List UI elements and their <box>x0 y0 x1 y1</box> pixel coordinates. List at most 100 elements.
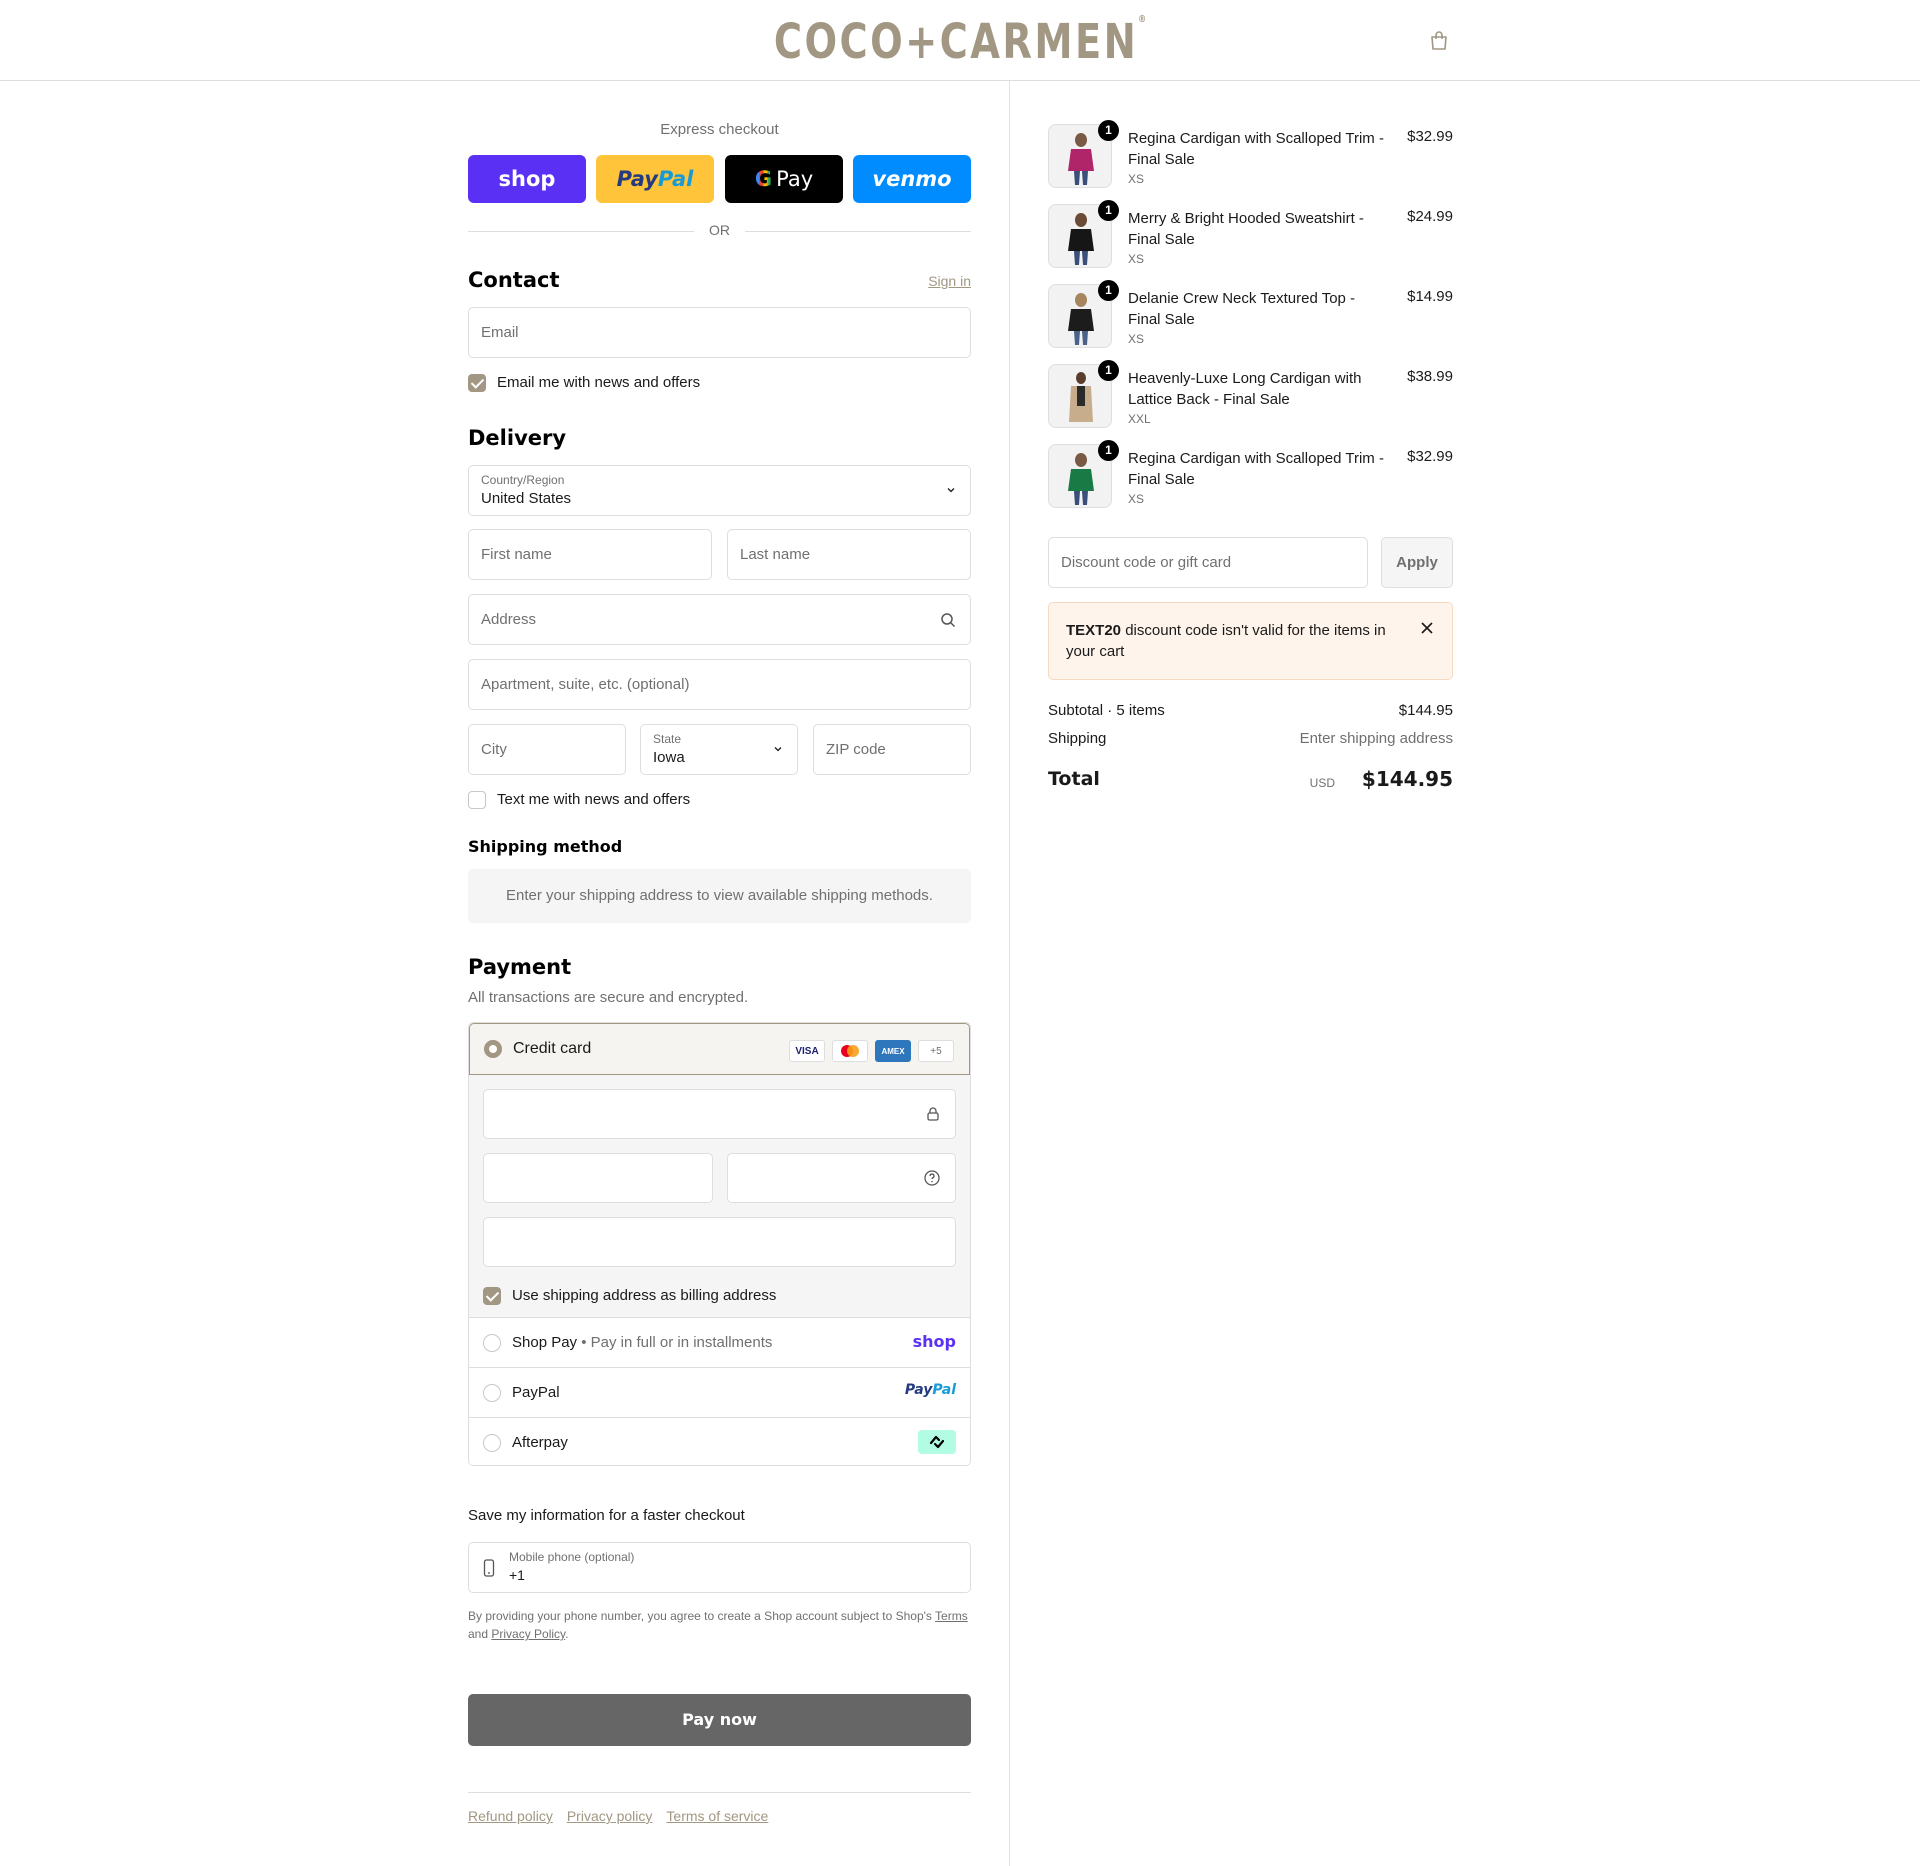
card-number-field[interactable] <box>483 1089 956 1139</box>
shipping-method-message: Enter your shipping address to view avai… <box>468 869 971 923</box>
more-cards-badge: +5 <box>918 1040 954 1062</box>
google-pay-express-button[interactable]: G Pay <box>725 155 843 203</box>
shop-pay-sub: Pay in full or in installments <box>590 1334 773 1351</box>
subtotal-row: Subtotal · 5 items $144.95 <box>1048 702 1453 719</box>
shipping-value: Enter shipping address <box>1299 730 1453 747</box>
discount-error-message: TEXT20 discount code isn't valid for the… <box>1066 622 1386 660</box>
cart-item: 1 Regina Cardigan with Scalloped Trim - … <box>1048 440 1453 510</box>
sign-in-link[interactable]: Sign in <box>928 273 971 289</box>
sms-checkbox[interactable] <box>468 791 486 809</box>
item-name: Heavenly-Luxe Long Cardigan with Lattice… <box>1128 370 1362 408</box>
billing-same-checkbox[interactable] <box>483 1287 501 1305</box>
cart-item: 1 Heavenly-Luxe Long Cardigan with Latti… <box>1048 360 1453 430</box>
credit-card-form: Use shipping address as billing address <box>469 1075 970 1317</box>
shipping-label: Shipping <box>1048 730 1107 747</box>
first-name-field[interactable] <box>468 529 712 580</box>
card-cvv-field[interactable] <box>727 1153 956 1203</box>
shop-pay-label: Shop Pay <box>512 1334 578 1351</box>
shop-pay-radio[interactable] <box>483 1334 501 1352</box>
country-value: United States <box>481 490 572 507</box>
privacy-policy-link[interactable]: Privacy Policy <box>491 1627 565 1641</box>
cardholder-name-field[interactable] <box>483 1217 956 1267</box>
cart-item: 1 Merry & Bright Hooded Sweatshirt - Fin… <box>1048 200 1453 270</box>
last-name-field[interactable] <box>727 529 971 580</box>
country-label: Country/Region <box>481 473 565 487</box>
shop-pay-option[interactable]: Shop Pay • Pay in full or in installment… <box>469 1317 970 1367</box>
state-label: State <box>653 732 682 746</box>
newsletter-checkbox[interactable] <box>468 374 486 392</box>
country-select[interactable]: Country/Region United States <box>468 465 971 516</box>
item-price: $14.99 <box>1407 288 1453 305</box>
zip-field[interactable] <box>813 724 971 775</box>
contact-heading: Contact <box>468 268 560 292</box>
shipping-row: Shipping Enter shipping address <box>1048 730 1453 747</box>
google-g-icon: G <box>754 167 773 191</box>
item-variant: XS <box>1128 492 1145 506</box>
item-variant: XS <box>1128 172 1145 186</box>
mobile-phone-field[interactable]: Mobile phone (optional) +1 <box>468 1542 971 1593</box>
brand-logo[interactable]: COCO+CARMEN® <box>192 14 1728 70</box>
quantity-badge: 1 <box>1098 440 1119 461</box>
close-icon[interactable] <box>1420 621 1434 635</box>
item-name: Merry & Bright Hooded Sweatshirt - Final… <box>1128 210 1364 248</box>
afterpay-option[interactable]: Afterpay <box>469 1417 970 1465</box>
address-input[interactable] <box>469 595 970 644</box>
cart-item: 1 Delanie Crew Neck Textured Top - Final… <box>1048 280 1453 350</box>
item-name: Regina Cardigan with Scalloped Trim - Fi… <box>1128 450 1384 488</box>
email-input[interactable] <box>469 308 970 357</box>
card-expiry-field[interactable] <box>483 1153 713 1203</box>
item-price: $32.99 <box>1407 128 1453 145</box>
venmo-express-button[interactable]: venmo <box>853 155 971 203</box>
shop-pay-express-button[interactable]: shop <box>468 155 586 203</box>
afterpay-radio[interactable] <box>483 1434 501 1452</box>
chevron-down-icon <box>947 488 955 493</box>
email-field[interactable] <box>468 307 971 358</box>
terms-of-service-link[interactable]: Terms of service <box>666 1808 768 1824</box>
help-circle-icon[interactable] <box>923 1169 941 1187</box>
discount-code-field[interactable] <box>1048 537 1368 588</box>
item-variant: XXL <box>1128 412 1151 426</box>
credit-card-option[interactable]: Credit card VISA AMEX +5 <box>469 1023 970 1075</box>
amex-icon: AMEX <box>875 1040 911 1062</box>
search-icon <box>941 613 956 628</box>
paypal-option[interactable]: PayPal PayPal <box>469 1367 970 1417</box>
first-name-input[interactable] <box>469 530 711 579</box>
sms-label: Text me with news and offers <box>497 791 691 808</box>
mobile-phone-value: +1 <box>509 1567 525 1583</box>
state-select[interactable]: State Iowa <box>640 724 798 775</box>
footer-divider <box>468 1792 971 1793</box>
paypal-express-button[interactable]: Pay Pal <box>596 155 714 203</box>
pay-now-button[interactable]: Pay now <box>468 1694 971 1746</box>
save-info-title: Save my information for a faster checkou… <box>468 1507 745 1524</box>
city-input[interactable] <box>469 725 625 774</box>
credit-card-radio[interactable] <box>484 1040 502 1058</box>
or-divider: OR <box>468 222 971 240</box>
zip-input[interactable] <box>814 725 970 774</box>
footer-links: Refund policy Privacy policy Terms of serv… <box>468 1808 782 1824</box>
subtotal-label: Subtotal · 5 items <box>1048 702 1165 719</box>
city-field[interactable] <box>468 724 626 775</box>
discount-code-input[interactable] <box>1049 538 1367 587</box>
item-name: Delanie Crew Neck Textured Top - Final S… <box>1128 290 1356 328</box>
shopping-bag-icon[interactable] <box>1428 30 1450 52</box>
quantity-badge: 1 <box>1098 120 1119 141</box>
shop-legal-text: By providing your phone number, you agre… <box>468 1609 968 1641</box>
afterpay-label: Afterpay <box>512 1434 568 1451</box>
quantity-badge: 1 <box>1098 280 1119 301</box>
privacy-policy-footer-link[interactable]: Privacy policy <box>567 1808 653 1824</box>
terms-link[interactable]: Terms <box>935 1609 968 1623</box>
mastercard-icon <box>832 1040 868 1062</box>
apartment-input[interactable] <box>469 660 970 709</box>
apartment-field[interactable] <box>468 659 971 710</box>
quantity-badge: 1 <box>1098 200 1119 221</box>
shipping-method-heading: Shipping method <box>468 837 623 856</box>
delivery-heading: Delivery <box>468 426 567 450</box>
newsletter-label: Email me with news and offers <box>497 374 701 391</box>
apply-discount-button[interactable]: Apply <box>1381 537 1453 588</box>
mobile-phone-label: Mobile phone (optional) <box>509 1550 635 1564</box>
paypal-radio[interactable] <box>483 1384 501 1402</box>
refund-policy-link[interactable]: Refund policy <box>468 1808 553 1824</box>
last-name-input[interactable] <box>728 530 970 579</box>
total-label: Total <box>1048 768 1100 790</box>
address-field[interactable] <box>468 594 971 645</box>
